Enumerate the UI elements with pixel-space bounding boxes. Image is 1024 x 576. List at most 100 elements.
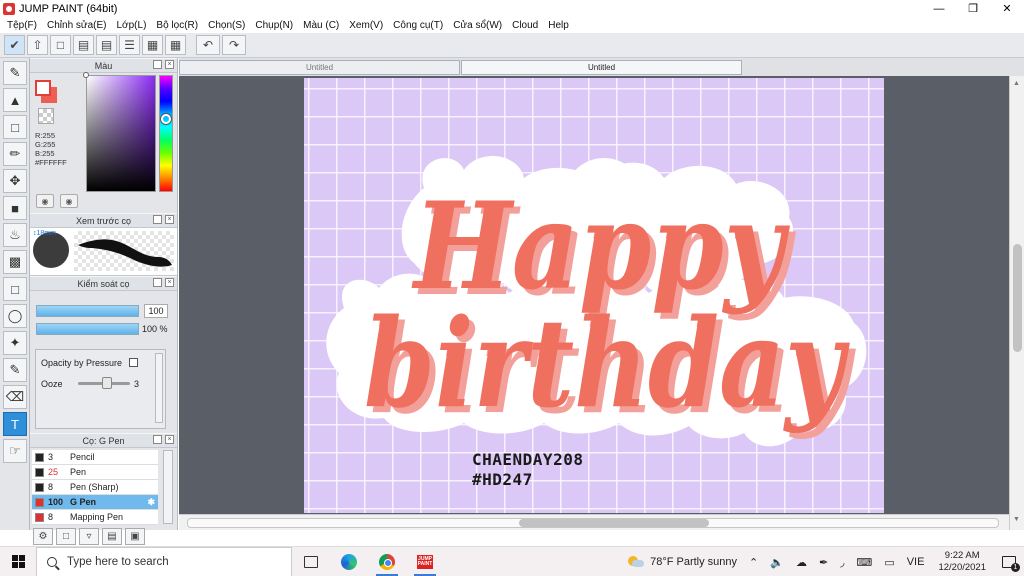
float-icon[interactable] [153, 278, 162, 287]
comment-icon[interactable]: ▤ [73, 35, 94, 55]
list-icon[interactable]: ☰ [119, 35, 140, 55]
undo-icon[interactable]: ↶ [196, 35, 220, 55]
menu-filter[interactable]: Bộ lọc(R) [151, 20, 203, 31]
brush-folder-icon[interactable]: ▣ [125, 528, 145, 545]
hue-slider[interactable] [159, 75, 173, 192]
gradient-tool-icon[interactable]: ▩ [3, 250, 27, 274]
magic-wand-icon[interactable]: ✦ [3, 331, 27, 355]
menu-edit[interactable]: Chỉnh sửa(E) [42, 20, 112, 31]
select-pen-icon[interactable]: ✎ [3, 358, 27, 382]
vertical-scroll-thumb[interactable] [1013, 244, 1022, 352]
brush-list-scrollbar[interactable] [163, 450, 173, 524]
pen-icon[interactable]: ✒ [813, 556, 834, 569]
minimize-icon[interactable]: — [922, 0, 956, 17]
brush-settings-icon[interactable]: ⚙ [33, 528, 53, 545]
horizontal-scrollbar[interactable] [179, 514, 1009, 530]
rectangle-tool-icon[interactable]: □ [3, 115, 27, 139]
brush-list-item[interactable]: 100 G Pen ✱ [32, 495, 158, 510]
sv-picker-knob[interactable] [83, 72, 89, 78]
chrome-app[interactable] [368, 547, 406, 576]
redo-icon[interactable]: ↷ [222, 35, 246, 55]
menu-file[interactable]: Tệp(F) [2, 20, 42, 31]
brush-list-item[interactable]: 3 Pencil [32, 450, 158, 465]
edge-app[interactable] [330, 547, 368, 576]
float-icon[interactable] [153, 60, 162, 69]
bucket-tool-icon[interactable]: ♨ [3, 223, 27, 247]
menu-capture[interactable]: Chụp(N) [250, 20, 298, 31]
options-scrollbar[interactable] [155, 353, 163, 423]
text-tool-icon[interactable]: T [3, 412, 27, 436]
brush-list-item[interactable]: 8 Mapping Pen [32, 510, 158, 525]
restore-icon[interactable]: ❐ [956, 0, 990, 17]
menu-cloud[interactable]: Cloud [507, 20, 543, 31]
saturation-value-picker[interactable] [86, 75, 156, 192]
menu-window[interactable]: Cửa sổ(W) [448, 20, 507, 31]
keyboard-icon[interactable]: ⌨ [850, 556, 878, 569]
menu-help[interactable]: Help [543, 20, 574, 31]
start-button[interactable] [0, 547, 36, 576]
close-icon[interactable]: × [165, 435, 174, 444]
notification-center-icon[interactable]: 1 [1002, 556, 1020, 572]
foreground-color-swatch[interactable] [35, 80, 51, 96]
lasso-select-icon[interactable]: ◯ [3, 304, 27, 328]
weather-widget[interactable]: 78°F Partly sunny [622, 556, 743, 568]
menu-view[interactable]: Xem(V) [344, 20, 388, 31]
vertical-scrollbar[interactable]: ▲ ▼ [1009, 76, 1024, 530]
hue-slider-knob[interactable] [161, 114, 171, 124]
move-tool-icon[interactable]: ✥ [3, 169, 27, 193]
brush-gear-icon[interactable]: ✱ [147, 497, 155, 508]
menu-layer[interactable]: Lớp(L) [112, 20, 152, 31]
float-icon[interactable] [153, 215, 162, 224]
eraser-tool-icon[interactable]: ▲ [3, 88, 27, 112]
blur-brush-icon[interactable]: ✏ [3, 142, 27, 166]
clock[interactable]: 9:22 AM 12/20/2021 [930, 550, 994, 574]
ooze-slider-knob[interactable] [102, 377, 112, 389]
taskbar-search[interactable]: Type here to search [36, 546, 292, 576]
scroll-down-icon[interactable]: ▼ [1013, 516, 1020, 523]
task-view-button[interactable] [292, 547, 330, 576]
new-brush-icon[interactable]: □ [56, 528, 76, 545]
tray-chevron-up-icon[interactable]: ⌃ [743, 556, 764, 569]
duplicate-brush-icon[interactable]: ▤ [102, 528, 122, 545]
brush-tool-icon[interactable]: ✎ [3, 61, 27, 85]
close-icon[interactable]: × [165, 278, 174, 287]
display-icon[interactable]: ▭ [878, 556, 900, 569]
close-icon[interactable]: × [165, 60, 174, 69]
close-icon[interactable]: × [165, 215, 174, 224]
transparent-color-swatch[interactable] [38, 108, 54, 124]
grid-icon[interactable]: ▦ [165, 35, 186, 55]
palette-icon[interactable]: ◉ [36, 194, 54, 208]
brush-size-slider[interactable] [36, 305, 139, 317]
document-icon[interactable]: ▤ [96, 35, 117, 55]
cloud-check-icon[interactable]: ✔ [4, 35, 25, 55]
brush-list-item[interactable]: 25 Pen [32, 465, 158, 480]
scroll-up-icon[interactable]: ▲ [1013, 80, 1020, 87]
tab-untitled-2[interactable]: Untitled [461, 60, 742, 75]
select-eraser-icon[interactable]: ⌫ [3, 385, 27, 409]
speech-bubble-icon[interactable]: □ [50, 35, 71, 55]
hand-tool-icon[interactable]: ☞ [3, 439, 27, 463]
menu-tools[interactable]: Công cụ(T) [388, 20, 448, 31]
float-icon[interactable] [153, 435, 162, 444]
volume-icon[interactable]: 🔈 [764, 556, 790, 569]
rect-select-icon[interactable]: □ [3, 277, 27, 301]
onedrive-icon[interactable]: ☁ [790, 556, 813, 569]
menu-select[interactable]: Chọn(S) [203, 20, 250, 31]
layers-panel-icon[interactable]: ▦ [142, 35, 163, 55]
fill-rectangle-icon[interactable]: ■ [3, 196, 27, 220]
tab-untitled-1[interactable]: Untitled [179, 60, 460, 75]
horizontal-scroll-thumb[interactable] [519, 519, 709, 527]
menu-color[interactable]: Màu (C) [298, 20, 344, 31]
close-icon[interactable]: ✕ [990, 0, 1024, 17]
jump-paint-app[interactable]: JUMP PAINT [406, 547, 444, 576]
brush-list-item[interactable]: 8 Pen (Sharp) [32, 480, 158, 495]
wifi-icon[interactable]: ◞ [834, 556, 850, 569]
drawing-canvas[interactable]: Happy birthday Happy birthday CHAENDAY20… [304, 78, 884, 513]
color-set-icon[interactable]: ◉ [60, 194, 78, 208]
opacity-pressure-checkbox[interactable] [129, 358, 138, 367]
brush-size-input[interactable]: 100 [144, 304, 168, 318]
brush-menu-icon[interactable]: ▿ [79, 528, 99, 545]
share-icon[interactable]: ⇧ [27, 35, 48, 55]
brush-opacity-slider[interactable] [36, 323, 139, 335]
language-indicator[interactable]: VIE [901, 556, 931, 568]
